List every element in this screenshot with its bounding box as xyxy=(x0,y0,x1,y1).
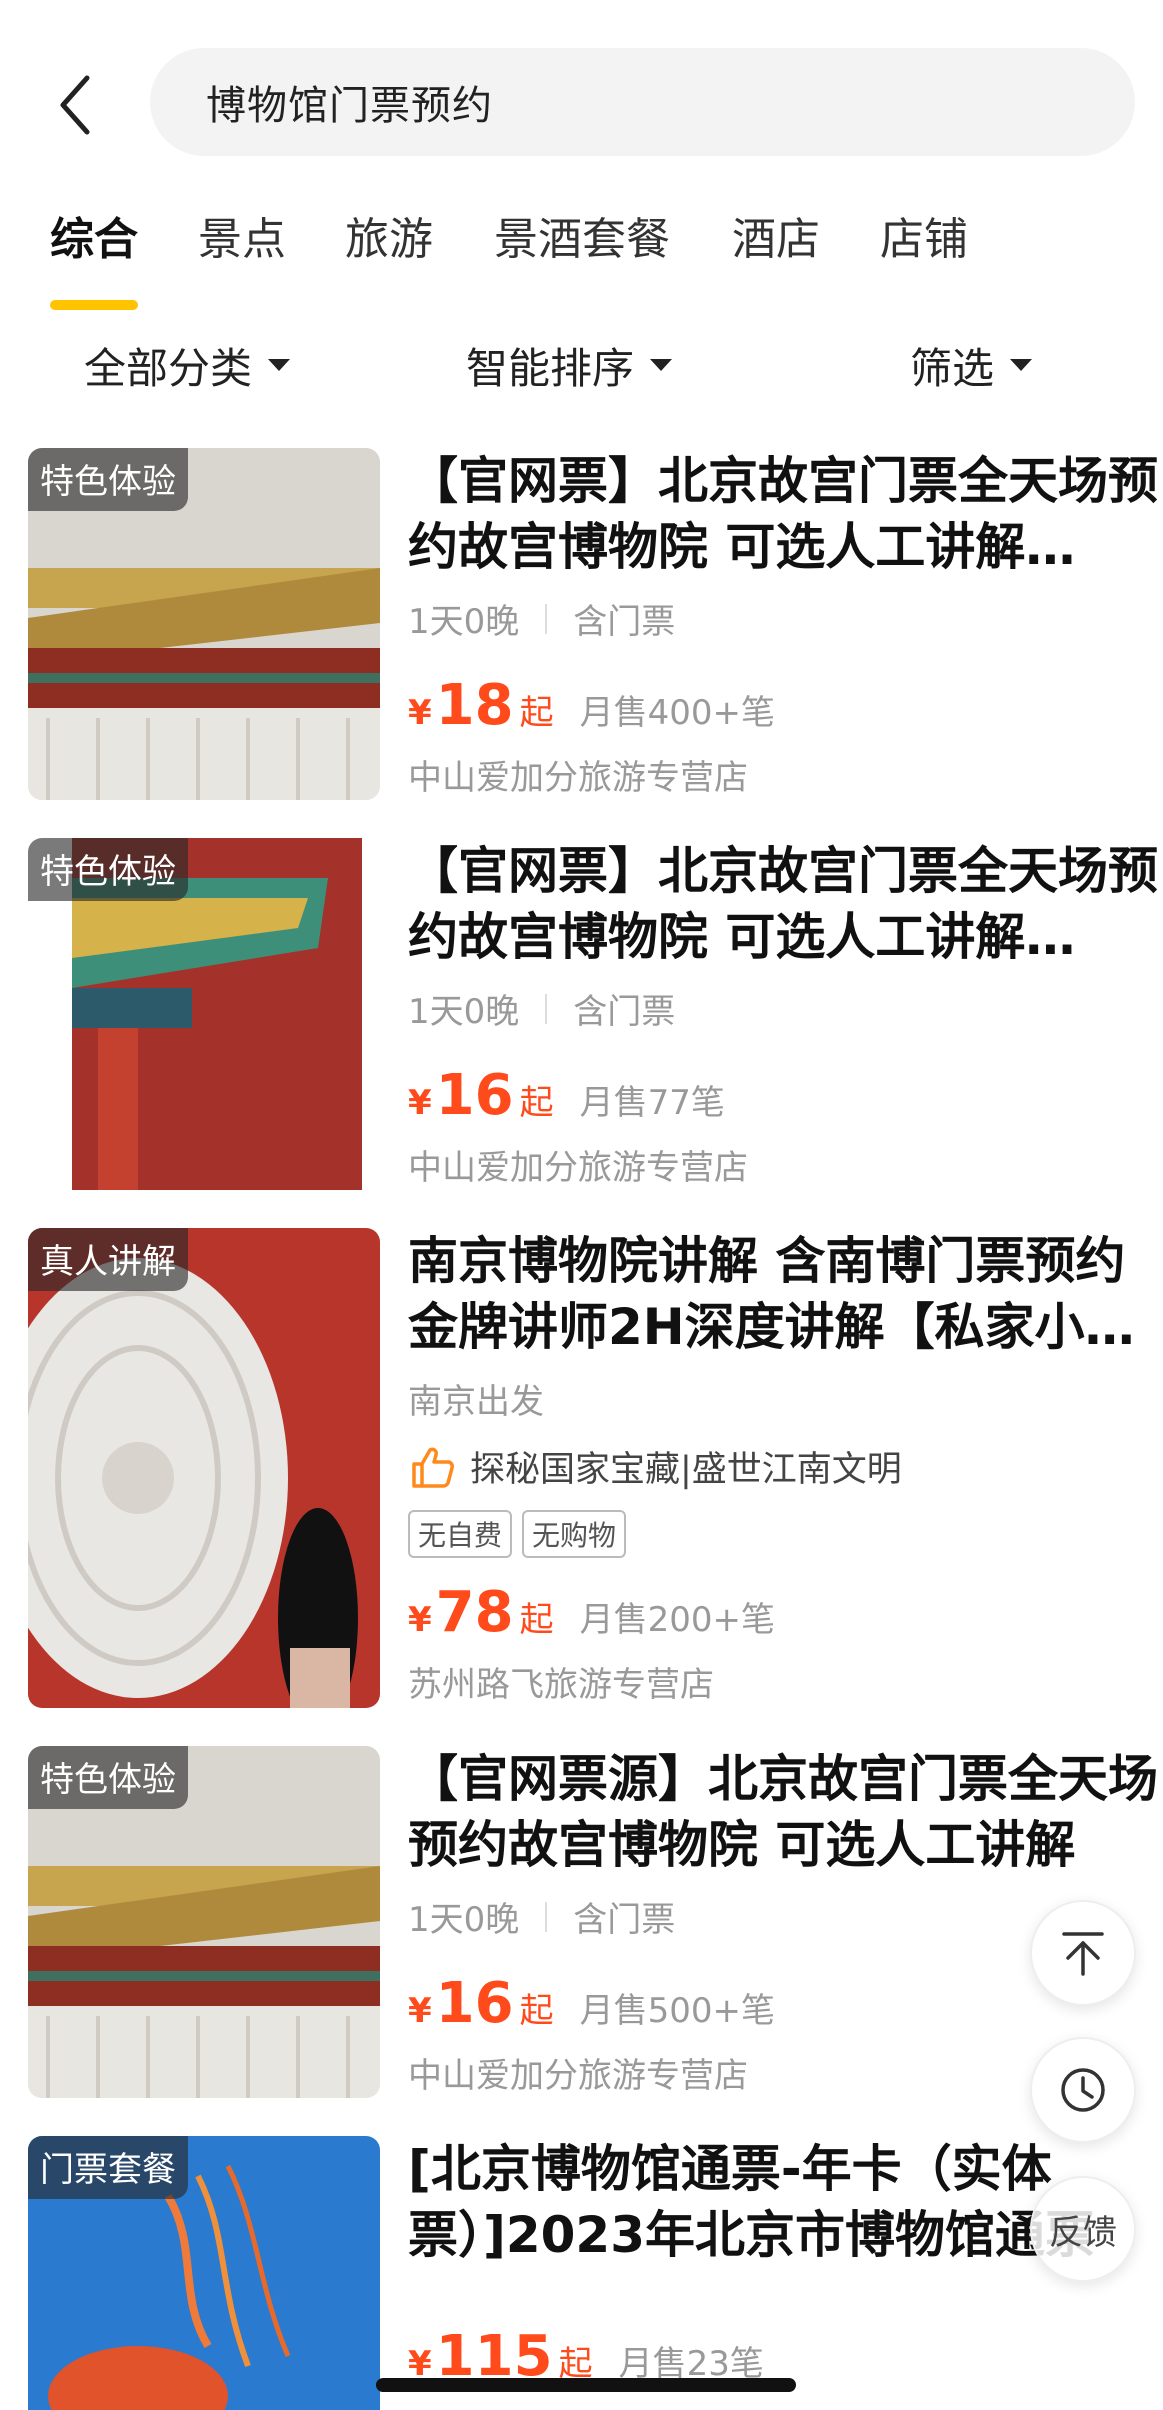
monthly-sales: 月售200+笔 xyxy=(579,1600,775,1640)
price-suffix: 起 xyxy=(519,1600,554,1640)
product-duration: 1天0晚 xyxy=(408,602,520,642)
product-info: 【官网票】北京故宫门票全天场预约故宫博物院 可选人工讲解… 1天0晚 含门票 ¥… xyxy=(408,838,1163,1189)
product-card[interactable]: 特色体验 【官网票】北京故宫门票全天场预约故宫博物院 可选人工讲解… 1天0晚 … xyxy=(28,448,1158,800)
monthly-sales: 月售500+笔 xyxy=(579,1991,775,2031)
product-image: 真人讲解 xyxy=(28,1228,380,1708)
tab-shop[interactable]: 店铺 xyxy=(880,200,968,280)
home-indicator xyxy=(376,2378,796,2392)
tab-scenic[interactable]: 景点 xyxy=(198,200,286,280)
meta-divider xyxy=(545,993,548,1024)
product-info: 南京博物院讲解 含南博门票预约 金牌讲师2H深度讲解【私家小… 南京出发 探秘国… xyxy=(408,1228,1163,1706)
product-includes: 含门票 xyxy=(573,992,676,1032)
history-clock-icon xyxy=(1061,2068,1105,2112)
product-info: [北京博物馆通票-年卡（实体票）]2023年北京市博物馆通票 ¥ 115 起 月… xyxy=(408,2136,1138,2389)
filter-category[interactable]: 全部分类 xyxy=(84,320,291,410)
tab-hotel[interactable]: 酒店 xyxy=(732,200,820,280)
monthly-sales: 月售400+笔 xyxy=(579,693,775,733)
shop-name[interactable]: 中山爱加分旅游专营店 xyxy=(408,750,1163,799)
product-title: 【官网票】北京故宫门票全天场预约故宫博物院 可选人工讲解… xyxy=(408,452,1158,576)
product-duration: 1天0晚 xyxy=(408,992,520,1032)
currency-symbol: ¥ xyxy=(408,693,432,733)
price-row: ¥ 78 起 月售200+笔 xyxy=(408,1580,1163,1645)
shop-name[interactable]: 苏州路飞旅游专营店 xyxy=(408,1657,1163,1706)
currency-symbol: ¥ xyxy=(408,1600,432,1640)
product-highlight: 探秘国家宝藏|盛世江南文明 xyxy=(408,1441,1163,1492)
price-suffix: 起 xyxy=(519,1083,554,1123)
highlight-text: 探秘国家宝藏|盛世江南文明 xyxy=(470,1450,902,1490)
product-card[interactable]: 真人讲解 南京博物院讲解 含南博门票预约 金牌讲师2H深度讲解【私家小… 南京出… xyxy=(28,1228,1138,1708)
product-price: 16 xyxy=(435,1971,514,2036)
product-meta: 1天0晚 含门票 xyxy=(408,594,1163,643)
product-image: 特色体验 xyxy=(28,838,380,1190)
back-button[interactable] xyxy=(45,60,105,150)
thumbs-up-icon xyxy=(412,1447,454,1488)
meta-divider xyxy=(545,603,548,634)
feedback-label: 反馈 xyxy=(1049,2212,1117,2253)
product-image: 门票套餐 xyxy=(28,2136,380,2410)
header: 博物馆门票预约 xyxy=(0,0,1163,190)
filter-screen-label: 筛选 xyxy=(910,343,995,393)
active-tab-indicator xyxy=(50,300,138,310)
back-to-top-button[interactable] xyxy=(1030,1900,1136,2006)
filter-category-label: 全部分类 xyxy=(84,343,253,393)
product-badge: 特色体验 xyxy=(28,448,188,511)
product-tags: 无自费 无购物 xyxy=(408,1510,1163,1558)
price-row: ¥ 18 起 月售400+笔 xyxy=(408,673,1163,738)
tag-no-shopping: 无购物 xyxy=(522,1510,627,1558)
filter-sort[interactable]: 智能排序 xyxy=(466,320,673,410)
product-card[interactable]: 特色体验 【官网票】北京故宫门票全天场预约故宫博物院 可选人工讲解… 1天0晚 … xyxy=(28,838,1158,1190)
product-badge: 特色体验 xyxy=(28,838,188,901)
product-image: 特色体验 xyxy=(28,448,380,800)
filter-sort-label: 智能排序 xyxy=(466,343,635,393)
filter-bar: 全部分类 智能排序 筛选 xyxy=(0,320,1163,410)
meta-divider xyxy=(545,1901,548,1932)
history-button[interactable] xyxy=(1030,2037,1136,2143)
product-title: 南京博物院讲解 含南博门票预约 金牌讲师2H深度讲解【私家小… xyxy=(408,1232,1135,1356)
product-includes: 含门票 xyxy=(573,602,676,642)
price-suffix: 起 xyxy=(519,1991,554,2031)
category-tabs: 综合 景点 旅游 景酒套餐 酒店 店铺 xyxy=(0,200,1163,310)
price-suffix: 起 xyxy=(519,693,554,733)
search-input[interactable]: 博物馆门票预约 xyxy=(150,48,1135,156)
tab-comprehensive[interactable]: 综合 xyxy=(50,200,138,280)
back-to-top-icon xyxy=(1062,1932,1104,1976)
caret-down-icon xyxy=(650,359,673,371)
product-price: 78 xyxy=(435,1580,514,1645)
price-row: ¥ 16 起 月售77笔 xyxy=(408,1063,1163,1128)
tag-no-self-pay: 无自费 xyxy=(408,1510,513,1558)
product-badge: 特色体验 xyxy=(28,1746,188,1809)
search-query: 博物馆门票预约 xyxy=(206,83,493,129)
product-badge: 门票套餐 xyxy=(28,2136,188,2199)
shop-name[interactable]: 中山爱加分旅游专营店 xyxy=(408,1140,1163,1189)
caret-down-icon xyxy=(268,359,291,371)
product-title: [北京博物馆通票-年卡（实体票）]2023年北京市博物馆通票 xyxy=(408,2140,1096,2264)
currency-symbol: ¥ xyxy=(408,1083,432,1123)
feedback-button[interactable]: 反馈 xyxy=(1030,2176,1136,2282)
product-meta: 1天0晚 含门票 xyxy=(408,984,1163,1033)
product-card[interactable]: 门票套餐 [北京博物馆通票-年卡（实体票）]2023年北京市博物馆通票 ¥ 11… xyxy=(28,2136,1138,2410)
product-title: 【官网票】北京故宫门票全天场预约故宫博物院 可选人工讲解… xyxy=(408,842,1158,966)
product-duration: 1天0晚 xyxy=(408,1900,520,1940)
currency-symbol: ¥ xyxy=(408,1991,432,2031)
product-badge: 真人讲解 xyxy=(28,1228,188,1291)
tab-hotel-package[interactable]: 景酒套餐 xyxy=(494,200,670,280)
product-price: 16 xyxy=(435,1063,514,1128)
product-departure: 南京出发 xyxy=(408,1382,544,1422)
product-includes: 含门票 xyxy=(573,1900,676,1940)
monthly-sales: 月售77笔 xyxy=(579,1083,725,1123)
product-price: 18 xyxy=(435,673,514,738)
caret-down-icon xyxy=(1010,359,1033,371)
product-info: 【官网票】北京故宫门票全天场预约故宫博物院 可选人工讲解… 1天0晚 含门票 ¥… xyxy=(408,448,1163,799)
back-arrow-icon xyxy=(60,75,90,135)
filter-screen[interactable]: 筛选 xyxy=(910,320,1033,410)
product-image: 特色体验 xyxy=(28,1746,380,2098)
product-card[interactable]: 特色体验 【官网票源】北京故宫门票全天场预约故宫博物院 可选人工讲解 1天0晚 … xyxy=(28,1746,1158,2098)
product-title: 【官网票源】北京故宫门票全天场预约故宫博物院 可选人工讲解 xyxy=(408,1750,1158,1874)
tab-travel[interactable]: 旅游 xyxy=(345,200,433,280)
